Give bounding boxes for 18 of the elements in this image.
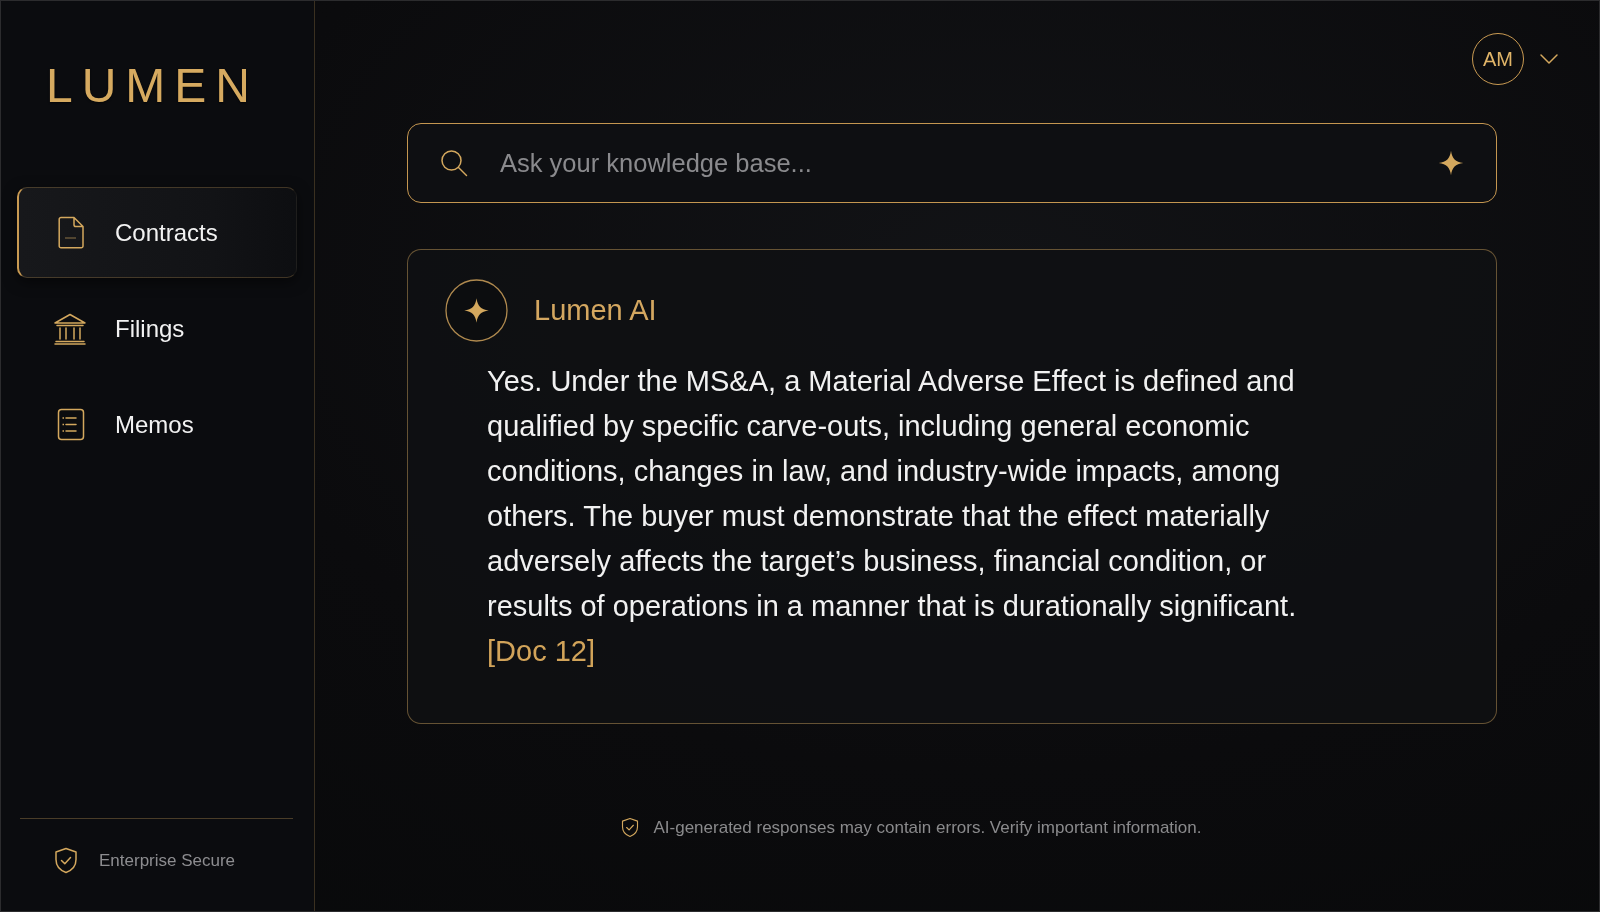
document-icon: [57, 216, 85, 249]
assistant-name: Lumen AI: [534, 294, 657, 327]
answer-text: Yes. Under the MS&A, a Material Adverse Effect is defined and qualified by specific carve-outs, including general economic conditions, changes in law, and industry-wide impacts, among others. The buyer must demonstrate that the effect materially adversely affects the target’s business, financial condition, or results of operations in a manner that is durationally significant.: [487, 364, 1298, 624]
citation-link[interactable]: [Doc 12]: [487, 635, 595, 667]
nav-item[interactable]: Contracts: [17, 187, 297, 278]
logo-text: LUMEN: [46, 62, 260, 110]
nav-item[interactable]: Filings: [17, 283, 297, 374]
document-lines-icon: [57, 408, 85, 441]
building-columns-icon: [53, 312, 87, 345]
security-label: Enterprise Secure: [99, 850, 236, 871]
nav-item[interactable]: Memos: [17, 379, 297, 470]
chevron-down-icon[interactable]: [1539, 53, 1559, 65]
shield-check-icon: [621, 817, 640, 838]
disclaimer-text: AI-generated responses may contain errors. Verify important information.: [653, 817, 1202, 838]
search-field[interactable]: Ask your knowledge base...: [407, 123, 1497, 203]
search-icon: [440, 149, 468, 177]
sparkle-icon: [445, 279, 508, 342]
shield-check-icon: [54, 847, 78, 874]
